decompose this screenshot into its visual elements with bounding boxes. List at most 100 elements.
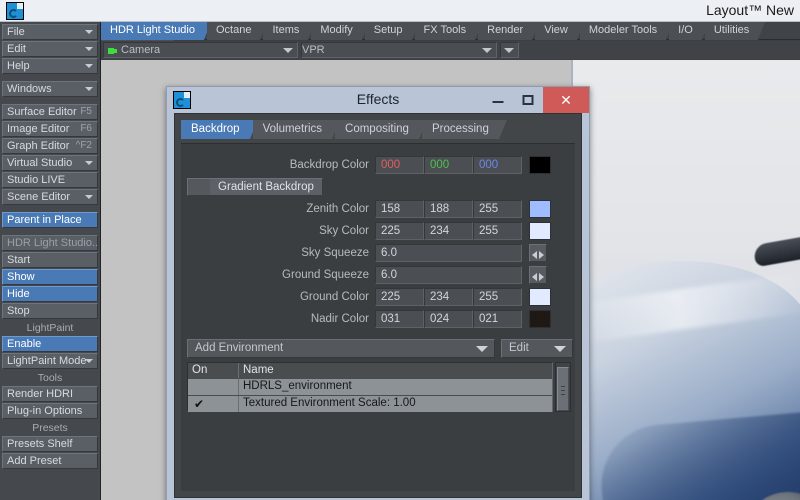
- sidebar-item-label: Virtual Studio: [7, 157, 73, 169]
- backdrop-color-green-input[interactable]: 000: [424, 156, 473, 174]
- chevron-down-icon: [283, 48, 293, 53]
- vpr-options-button[interactable]: [500, 42, 519, 58]
- arrow-right-icon: [539, 251, 544, 259]
- sky-color-red-input[interactable]: 225: [375, 222, 424, 240]
- window-title: Layout™ New: [706, 2, 794, 18]
- tab-modeler-tools[interactable]: Modeler Tools: [579, 22, 674, 40]
- menu-file[interactable]: File: [2, 24, 98, 40]
- nadir-color-red-input[interactable]: 031: [375, 310, 424, 328]
- tab-hdr-light-studio[interactable]: HDR Light Studio: [101, 22, 211, 40]
- sidebar-item-parent-in-place[interactable]: Parent in Place: [2, 212, 98, 228]
- tab-modify[interactable]: Modify: [311, 22, 370, 40]
- tab-volumetrics[interactable]: Volumetrics: [252, 120, 341, 139]
- zenith-color-green-input[interactable]: 188: [424, 200, 473, 218]
- column-divider: [238, 379, 239, 395]
- ground-squeeze-input[interactable]: 6.0: [375, 266, 522, 284]
- sky-color-green-input[interactable]: 234: [424, 222, 473, 240]
- backdrop-color-red-input[interactable]: 000: [375, 156, 424, 174]
- minimize-button[interactable]: [483, 87, 513, 113]
- row-sky-squeeze: Sky Squeeze 6.0: [181, 244, 575, 264]
- left-menu-sidebar: File Edit Help Windows Surface Editor F5…: [0, 22, 101, 500]
- ground-squeeze-stepper[interactable]: [529, 266, 547, 284]
- checkmark-icon[interactable]: ✔: [194, 397, 204, 412]
- row-zenith-color: Zenith Color 158 188 255: [181, 200, 575, 220]
- add-environment-label: Add Environment: [195, 342, 284, 354]
- sidebar-item-label: Surface Editor: [7, 106, 77, 118]
- sidebar-item-add-preset[interactable]: Add Preset: [2, 453, 98, 469]
- sky-squeeze-input[interactable]: 6.0: [375, 244, 522, 262]
- sidebar-group-label: HDR Light Studio...: [7, 237, 98, 249]
- sky-color-blue-input[interactable]: 255: [473, 222, 522, 240]
- tab-view[interactable]: View: [535, 22, 584, 40]
- scrollbar-thumb[interactable]: [557, 367, 569, 411]
- tab-utilities[interactable]: Utilities: [704, 22, 766, 40]
- sidebar-item-plugin-options[interactable]: Plug-in Options: [2, 403, 98, 419]
- sidebar-item-label: Studio LIVE: [7, 174, 66, 186]
- sidebar-item-show[interactable]: Show: [2, 269, 98, 285]
- sidebar-item-virtual-studio[interactable]: Virtual Studio: [2, 155, 98, 171]
- menu-help[interactable]: Help: [2, 58, 98, 74]
- nadir-color-green-input[interactable]: 024: [424, 310, 473, 328]
- sidebar-item-start[interactable]: Start: [2, 252, 98, 268]
- maximize-button[interactable]: [513, 87, 543, 113]
- menu-windows[interactable]: Windows: [2, 81, 98, 97]
- zenith-color-swatch[interactable]: [529, 200, 551, 218]
- sky-color-swatch[interactable]: [529, 222, 551, 240]
- sidebar-item-label: Presets Shelf: [7, 438, 73, 450]
- sidebar-item-lightpaint-mode[interactable]: LightPaint Mode: [2, 353, 98, 369]
- sidebar-item-label: Graph Editor: [7, 140, 70, 152]
- minimize-icon: [492, 100, 504, 103]
- sidebar-item-presets-shelf[interactable]: Presets Shelf: [2, 436, 98, 452]
- table-row[interactable]: ✔ Textured Environment Scale: 1.00: [188, 396, 552, 412]
- dialog-title-bar[interactable]: Effects ✕: [167, 87, 589, 113]
- zenith-color-red-input[interactable]: 158: [375, 200, 424, 218]
- zenith-color-blue-input[interactable]: 255: [473, 200, 522, 218]
- table-row[interactable]: HDRLS_environment: [188, 379, 552, 395]
- ground-color-red-input[interactable]: 225: [375, 288, 424, 306]
- tab-processing[interactable]: Processing: [421, 120, 507, 139]
- chevron-down-icon: [85, 64, 93, 68]
- sidebar-item-label: Plug-in Options: [7, 405, 83, 417]
- sidebar-item-studio-live[interactable]: Studio LIVE: [2, 172, 98, 188]
- backdrop-color-swatch[interactable]: [529, 156, 551, 174]
- sidebar-item-surface-editor[interactable]: Surface Editor F5: [2, 104, 98, 120]
- tab-octane[interactable]: Octane: [207, 22, 268, 40]
- sidebar-item-hide[interactable]: Hide: [2, 286, 98, 302]
- environment-name: HDRLS_environment: [243, 380, 352, 392]
- menu-file-label: File: [7, 26, 25, 38]
- add-environment-dropdown[interactable]: Add Environment: [187, 339, 495, 358]
- sky-squeeze-stepper[interactable]: [529, 244, 547, 262]
- sidebar-item-label: Start: [7, 254, 31, 266]
- environment-list-scrollbar[interactable]: [555, 362, 571, 412]
- tab-io[interactable]: I/O: [669, 22, 709, 40]
- tab-fx-tools[interactable]: FX Tools: [414, 22, 482, 40]
- menu-edit[interactable]: Edit: [2, 41, 98, 57]
- row-ground-color: Ground Color 225 234 255: [181, 288, 575, 308]
- close-button[interactable]: ✕: [543, 87, 589, 113]
- sidebar-item-stop[interactable]: Stop: [2, 303, 98, 319]
- vpr-selector[interactable]: VPR: [301, 42, 497, 58]
- ground-color-green-input[interactable]: 234: [424, 288, 473, 306]
- nadir-color-blue-input[interactable]: 021: [473, 310, 522, 328]
- tab-backdrop[interactable]: Backdrop: [181, 120, 258, 139]
- sidebar-item-enable[interactable]: Enable: [2, 336, 98, 352]
- column-header-on: On: [192, 364, 208, 376]
- car-mirror: [752, 234, 800, 268]
- sidebar-item-render-hdri[interactable]: Render HDRI: [2, 386, 98, 402]
- tab-compositing[interactable]: Compositing: [335, 120, 427, 139]
- sidebar-item-graph-editor[interactable]: Graph Editor ^F2: [2, 138, 98, 154]
- sidebar-item-image-editor[interactable]: Image Editor F6: [2, 121, 98, 137]
- camera-selector[interactable]: Camera: [103, 42, 298, 58]
- sidebar-item-scene-editor[interactable]: Scene Editor: [2, 189, 98, 205]
- sidebar-item-label: Enable: [7, 338, 42, 350]
- tab-render[interactable]: Render: [478, 22, 540, 40]
- chevron-down-icon: [504, 48, 514, 53]
- backdrop-color-blue-input[interactable]: 000: [473, 156, 522, 174]
- ground-color-swatch[interactable]: [529, 288, 551, 306]
- gradient-backdrop-toggle[interactable]: Gradient Backdrop: [187, 178, 323, 196]
- ground-color-blue-input[interactable]: 255: [473, 288, 522, 306]
- tab-items[interactable]: Items: [263, 22, 316, 40]
- edit-dropdown[interactable]: Edit: [501, 339, 573, 358]
- nadir-color-swatch[interactable]: [529, 310, 551, 328]
- tab-setup[interactable]: Setup: [364, 22, 419, 40]
